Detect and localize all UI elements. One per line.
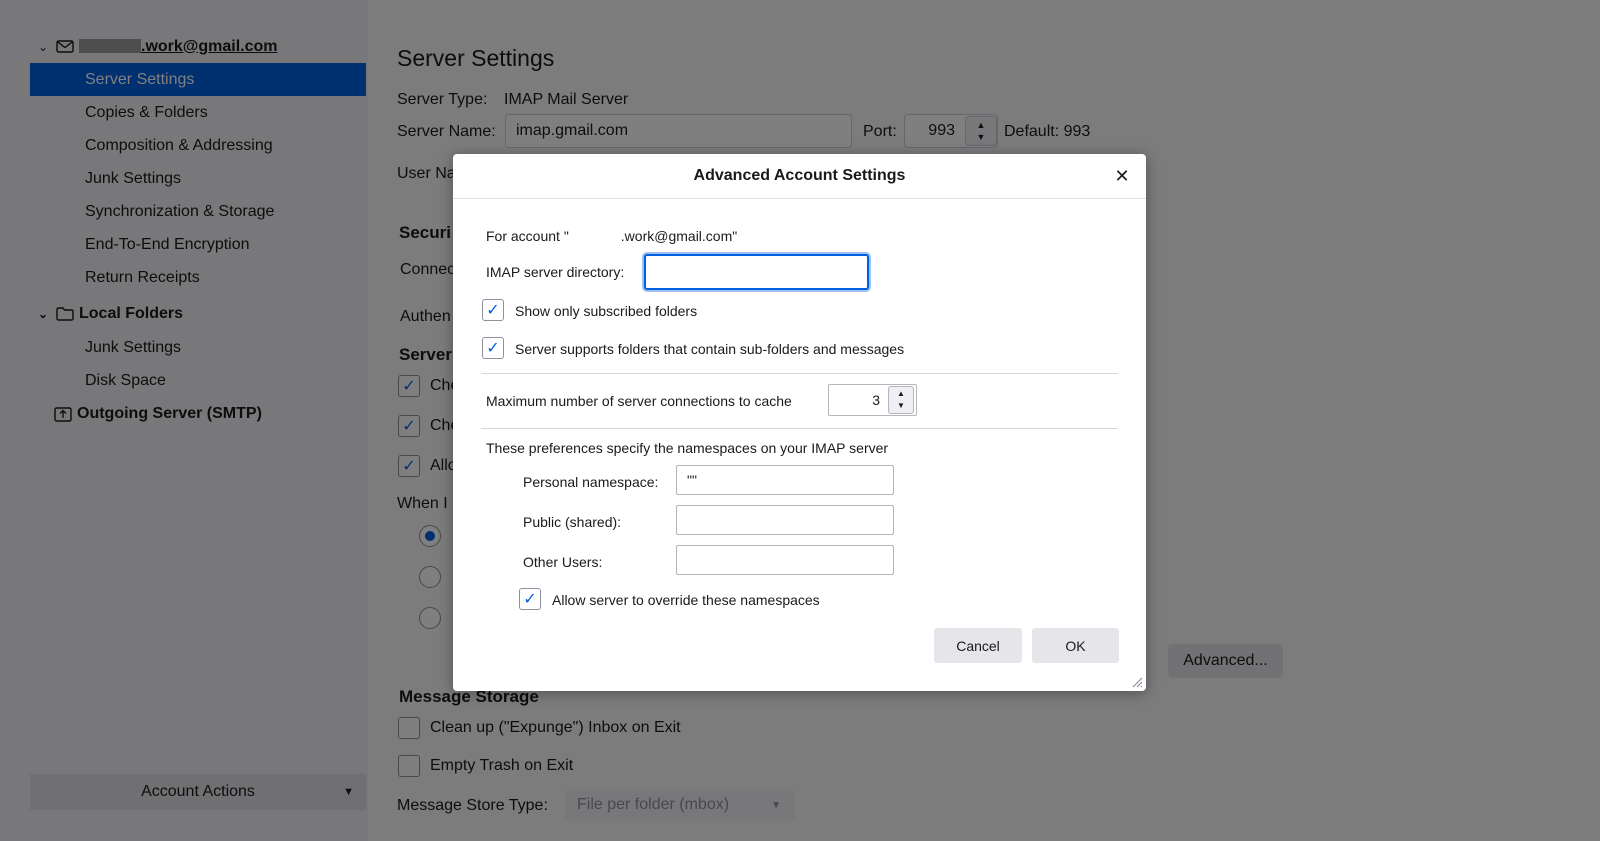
subfolders-label: Server supports folders that contain sub… xyxy=(515,341,905,357)
personal-ns-label: Personal namespace: xyxy=(523,474,659,490)
max-connections-stepper[interactable]: ▲ ▼ xyxy=(888,386,914,414)
checkmark-icon: ✓ xyxy=(486,340,500,357)
advanced-account-settings-dialog: Advanced Account Settings ✕ For account … xyxy=(453,154,1146,691)
namespaces-intro: These preferences specify the namespaces… xyxy=(486,440,889,456)
chevron-up-icon[interactable]: ▲ xyxy=(897,388,905,400)
dialog-title: Advanced Account Settings xyxy=(693,167,906,184)
checkmark-icon: ✓ xyxy=(486,302,500,319)
other-users-input[interactable] xyxy=(676,545,894,575)
for-account-label: For account " .work@gmail.com" xyxy=(486,228,737,244)
show-subscribed-checkbox[interactable]: ✓ xyxy=(482,299,504,321)
checkmark-icon: ✓ xyxy=(523,591,537,608)
imap-dir-label: IMAP server directory: xyxy=(486,264,625,280)
separator xyxy=(481,428,1118,429)
cancel-button-label: Cancel xyxy=(956,637,1000,654)
separator xyxy=(481,373,1118,374)
dialog-header: Advanced Account Settings xyxy=(453,154,1146,199)
max-connections-value: 3 xyxy=(872,392,880,408)
ok-button-label: OK xyxy=(1065,637,1086,654)
other-users-label: Other Users: xyxy=(523,554,603,570)
subfolders-checkbox[interactable]: ✓ xyxy=(482,337,504,359)
allow-override-label: Allow server to override these namespace… xyxy=(552,592,820,608)
personal-ns-value: "" xyxy=(687,472,697,488)
show-subscribed-label: Show only subscribed folders xyxy=(515,303,698,319)
public-ns-label: Public (shared): xyxy=(523,514,622,530)
personal-ns-input[interactable]: "" xyxy=(676,465,894,495)
allow-override-checkbox[interactable]: ✓ xyxy=(519,588,541,610)
close-icon[interactable]: ✕ xyxy=(1112,166,1132,186)
chevron-down-icon[interactable]: ▼ xyxy=(897,400,905,412)
cancel-button[interactable]: Cancel xyxy=(934,628,1022,663)
imap-dir-input[interactable] xyxy=(644,254,869,290)
ok-button[interactable]: OK xyxy=(1032,628,1119,663)
resize-grip-icon[interactable] xyxy=(1131,676,1143,688)
public-ns-input[interactable] xyxy=(676,505,894,535)
max-connections-label: Maximum number of server connections to … xyxy=(486,393,792,409)
for-account-suffix: .work@gmail.com" xyxy=(620,228,738,244)
for-account-prefix: For account " xyxy=(486,228,569,244)
